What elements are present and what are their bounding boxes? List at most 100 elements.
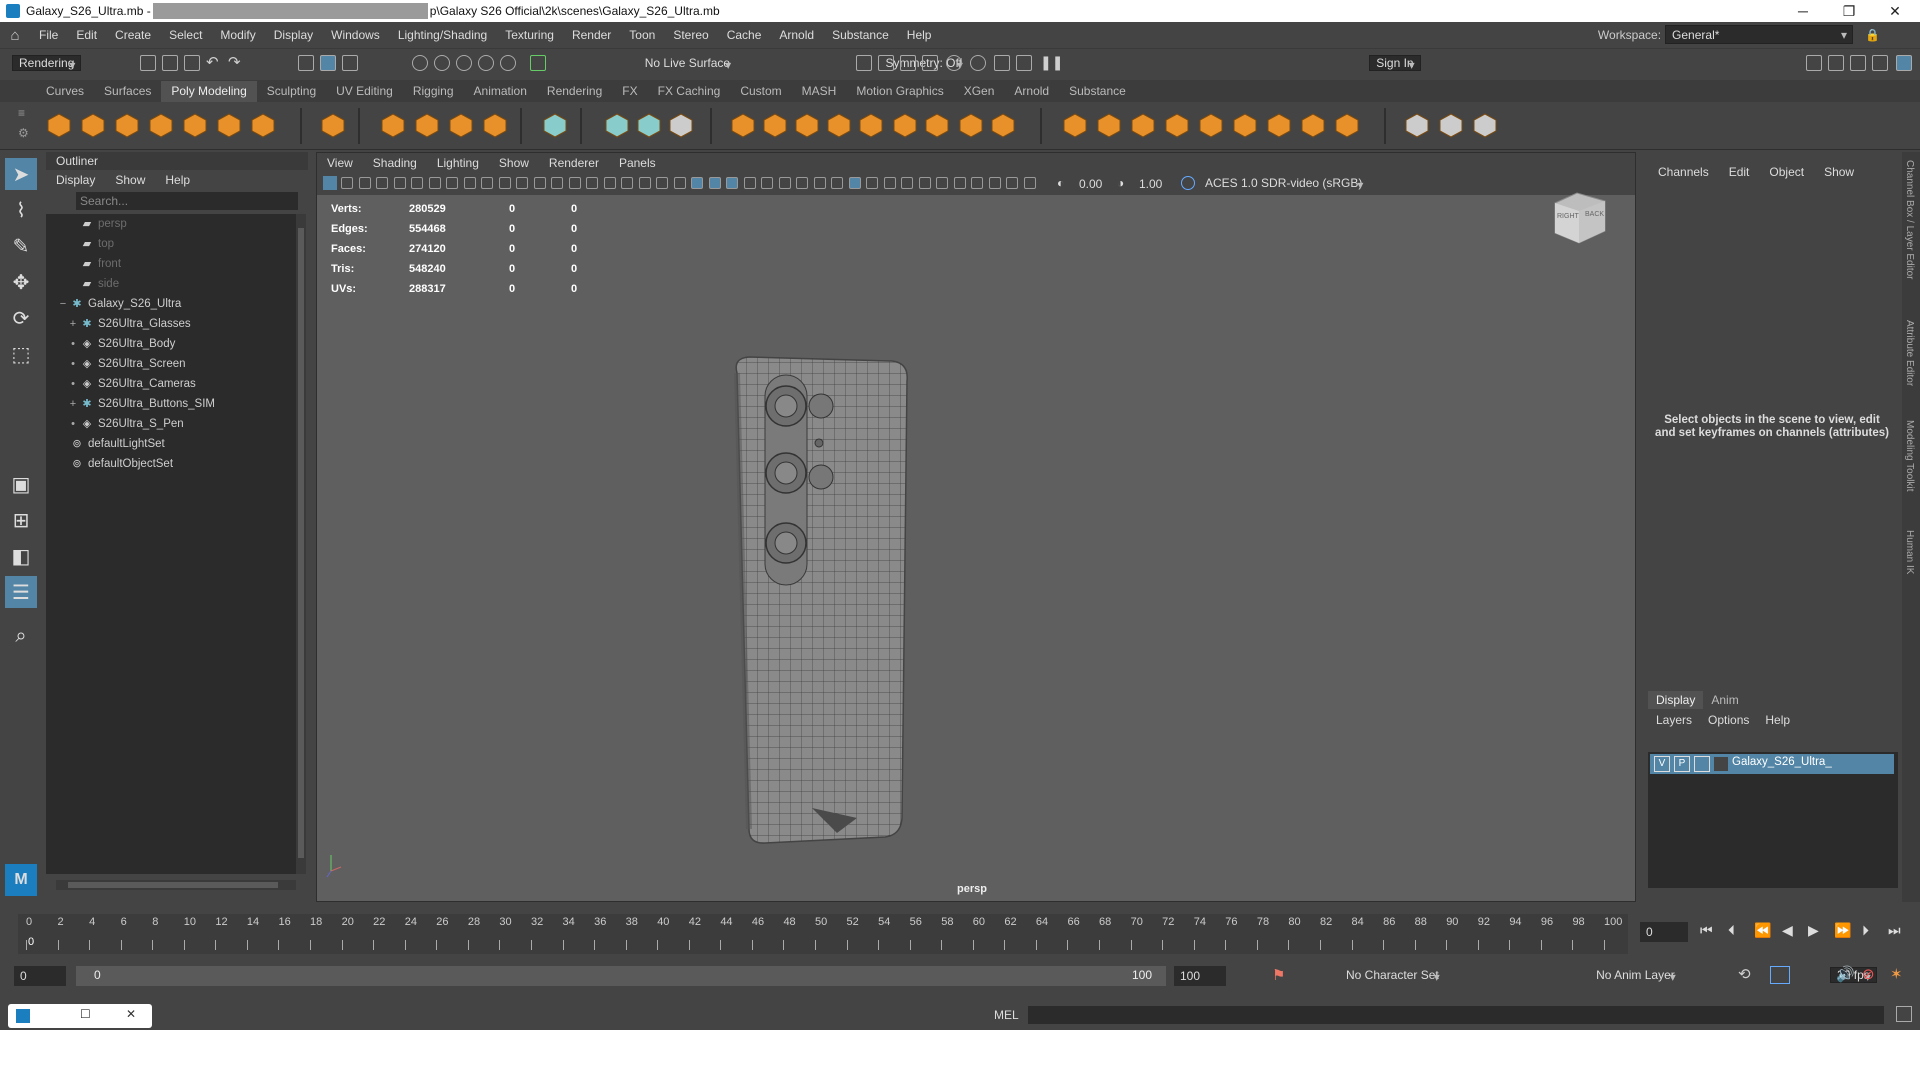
- shelf-tab-uv-editing[interactable]: UV Editing: [326, 81, 403, 102]
- shelf-tab-custom[interactable]: Custom: [730, 81, 791, 102]
- menu-modify[interactable]: Modify: [211, 28, 264, 42]
- expand-toggle-icon[interactable]: −: [56, 298, 70, 310]
- viewcube[interactable]: RIGHT BACK: [1547, 187, 1606, 245]
- shelf-sphere-icon[interactable]: [46, 112, 72, 138]
- shelf-mirror-icon[interactable]: [668, 112, 694, 138]
- live-surface-field[interactable]: No Live Surface: [638, 56, 737, 70]
- shelf-grid-icon[interactable]: [1438, 112, 1464, 138]
- select-hierarchy-icon[interactable]: [298, 55, 314, 71]
- single-perspective-icon[interactable]: ▣: [5, 468, 37, 500]
- select-tool-icon[interactable]: ➤: [5, 158, 37, 190]
- shelf-tab-poly-modeling[interactable]: Poly Modeling: [161, 81, 257, 102]
- shelf-tab-surfaces[interactable]: Surfaces: [94, 81, 161, 102]
- step-forward-key-icon[interactable]: ⏩: [1834, 922, 1851, 939]
- close-button[interactable]: ✕: [1872, 0, 1918, 22]
- shelf-cube-icon[interactable]: [80, 112, 106, 138]
- snap-surface-icon[interactable]: [500, 55, 516, 71]
- shelf-wedge-icon[interactable]: [1300, 112, 1326, 138]
- shelf-crease-tool-icon[interactable]: [1472, 112, 1498, 138]
- outliner-item-top[interactable]: ▰ top: [46, 234, 296, 254]
- expand-toggle-icon[interactable]: •: [66, 418, 80, 430]
- shelf-target-weld-icon[interactable]: [924, 112, 950, 138]
- shelf-disc-icon[interactable]: [250, 112, 276, 138]
- rotate-tool-icon[interactable]: ⟳: [5, 302, 37, 334]
- home-icon[interactable]: ⌂: [0, 27, 30, 44]
- snap-point-icon[interactable]: [456, 55, 472, 71]
- animation-end-field[interactable]: 100: [1174, 966, 1226, 986]
- outliner-item-side[interactable]: ▰ side: [46, 274, 296, 294]
- snap-view-icon[interactable]: [478, 55, 494, 71]
- snap-grid-icon[interactable]: [412, 55, 428, 71]
- open-scene-icon[interactable]: [162, 55, 178, 71]
- ipr-render-icon[interactable]: [900, 55, 916, 71]
- shelf-bridge-icon[interactable]: [794, 112, 820, 138]
- render-sequence-icon[interactable]: [878, 55, 894, 71]
- close-window-icon[interactable]: ✕: [126, 1007, 136, 1021]
- menu-select[interactable]: Select: [160, 28, 211, 42]
- go-to-start-icon[interactable]: ⏮: [1700, 922, 1713, 939]
- lasso-tool-icon[interactable]: ⌇: [5, 194, 37, 226]
- render-settings-icon[interactable]: [922, 55, 938, 71]
- shelf-quad-draw-icon[interactable]: [958, 112, 984, 138]
- shelf-torus-icon[interactable]: [182, 112, 208, 138]
- shelf-tab-mash[interactable]: MASH: [792, 81, 847, 102]
- layer-visibility-toggle[interactable]: V: [1654, 756, 1670, 772]
- render-view-icon[interactable]: [970, 55, 986, 71]
- channel-box-menu-object[interactable]: Object: [1759, 165, 1814, 182]
- outliner-item-front[interactable]: ▰ front: [46, 254, 296, 274]
- side-tab-3[interactable]: Human IK: [1904, 530, 1915, 574]
- menuset-dropdown[interactable]: Rendering: [12, 55, 82, 71]
- shelf-merge-icon[interactable]: [1164, 112, 1190, 138]
- time-slider[interactable]: 0 2 4 6 8 10 12 14 16 18 20 22 24 26 28 30 32 34 36 38 40 42 4…: [18, 910, 1628, 956]
- channel-box-icon[interactable]: [1896, 55, 1912, 71]
- outliner-item-s26ultra-screen[interactable]: • ◈ S26Ultra_Screen: [46, 354, 296, 374]
- shelf-collapse-icon[interactable]: [1266, 112, 1292, 138]
- hik-icon[interactable]: [1828, 55, 1844, 71]
- outliner-item-s26ultra-glasses[interactable]: + ✱ S26Ultra_Glasses: [46, 314, 296, 334]
- shelf-tab-rigging[interactable]: Rigging: [403, 81, 464, 102]
- channel-box-menu-show[interactable]: Show: [1814, 165, 1864, 182]
- side-tab-2[interactable]: Modeling Toolkit: [1904, 420, 1915, 492]
- shelf-center-pivot-icon[interactable]: [1062, 112, 1088, 138]
- shelf-pencil-icon[interactable]: [1404, 112, 1430, 138]
- outliner-layout-icon[interactable]: ☰: [5, 576, 37, 608]
- expand-toggle-icon[interactable]: +: [66, 318, 80, 330]
- animation-start-field[interactable]: 0: [14, 966, 66, 986]
- layer-menu-help[interactable]: Help: [1757, 713, 1798, 727]
- viewport-persp[interactable]: View Shading Lighting Show Renderer Panels ◐ …: [316, 152, 1636, 902]
- shelf-uv-editor-icon[interactable]: [542, 112, 568, 138]
- select-component-icon[interactable]: [342, 55, 358, 71]
- sound-icon[interactable]: 🔊: [1836, 965, 1855, 983]
- shelf-separate-icon[interactable]: [636, 112, 662, 138]
- pause-icon[interactable]: ❚❚: [1040, 54, 1063, 71]
- menu-render[interactable]: Render: [563, 28, 620, 42]
- shelf-bend-icon[interactable]: [990, 112, 1016, 138]
- maximize-window-icon[interactable]: ☐: [80, 1007, 91, 1021]
- layer-color-swatch[interactable]: [1714, 757, 1728, 771]
- menu-texturing[interactable]: Texturing: [496, 28, 563, 42]
- outliner-scrollbar[interactable]: [296, 214, 306, 874]
- menu-display[interactable]: Display: [265, 28, 322, 42]
- snap-pivot-icon[interactable]: [530, 55, 546, 71]
- shelf-cylinder-icon[interactable]: [114, 112, 140, 138]
- character-set-dropdown[interactable]: No Character Set: [1340, 968, 1445, 982]
- menu-file[interactable]: File: [30, 28, 67, 42]
- animation-preferences-icon[interactable]: ✶: [1890, 965, 1903, 983]
- outliner-hscrollbar[interactable]: [56, 880, 296, 890]
- script-editor-icon[interactable]: [1896, 1006, 1912, 1022]
- layer-menu-options[interactable]: Options: [1700, 713, 1757, 727]
- mel-label[interactable]: MEL: [994, 1008, 1019, 1022]
- tool-settings-icon[interactable]: [1872, 55, 1888, 71]
- outliner-item-defaultlightset[interactable]: ⊚ defaultLightSet: [46, 434, 296, 454]
- shelf-smooth-icon[interactable]: [730, 112, 756, 138]
- menu-create[interactable]: Create: [106, 28, 160, 42]
- expand-toggle-icon[interactable]: •: [66, 338, 80, 350]
- outliner-item-galaxy-s26-ultra[interactable]: − ✱ Galaxy_S26_Ultra: [46, 294, 296, 314]
- outliner-item-s26ultra-body[interactable]: • ◈ S26Ultra_Body: [46, 334, 296, 354]
- play-forwards-icon[interactable]: ▶: [1808, 922, 1819, 939]
- outliner-menu-help[interactable]: Help: [155, 173, 200, 187]
- outliner-menu-display[interactable]: Display: [46, 173, 105, 187]
- menu-edit[interactable]: Edit: [67, 28, 106, 42]
- outliner-menu-show[interactable]: Show: [105, 173, 155, 187]
- side-tab-0[interactable]: Channel Box / Layer Editor: [1904, 160, 1915, 280]
